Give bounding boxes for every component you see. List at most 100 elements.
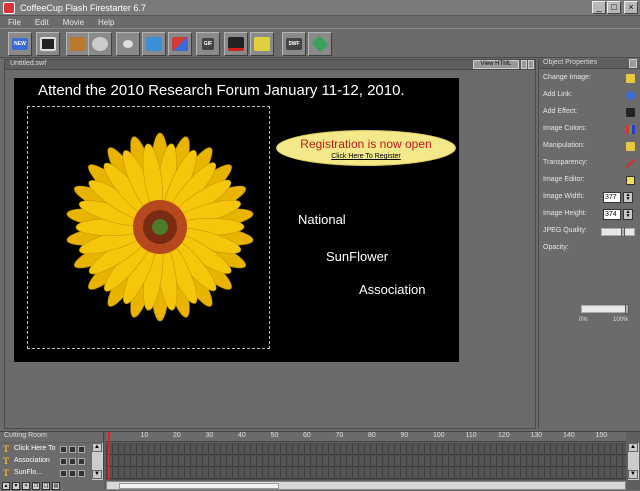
jpeg-quality-slider-knob[interactable] xyxy=(620,227,625,237)
text-layer-icon: T xyxy=(3,456,10,466)
move-down-icon[interactable]: ▼ xyxy=(12,481,20,490)
magic-hat-button[interactable] xyxy=(224,32,248,56)
scroll-up-arrow[interactable]: ▲ xyxy=(92,443,102,452)
visibility-icon[interactable] xyxy=(69,446,76,453)
layer-row[interactable]: T Click Here To xyxy=(0,444,92,456)
jpeg-quality-label: JPEG Quality: xyxy=(543,227,587,234)
jpeg-quality-slider[interactable] xyxy=(601,227,635,237)
document-minimize-button[interactable] xyxy=(521,60,527,69)
manipulate-icon[interactable] xyxy=(626,142,635,151)
menu-help[interactable]: Help xyxy=(98,18,114,27)
lock-icon[interactable] xyxy=(60,458,67,465)
maximize-button[interactable]: □ xyxy=(607,1,621,14)
properties-close-button[interactable] xyxy=(629,59,637,68)
save-button[interactable] xyxy=(36,32,60,56)
stage-headline[interactable]: Attend the 2010 Research Forum January 1… xyxy=(38,82,405,99)
film-button[interactable] xyxy=(88,32,112,56)
scroll-up-arrow[interactable]: ▲ xyxy=(628,443,638,452)
image-button[interactable] xyxy=(142,32,166,56)
copy-layer-icon[interactable]: ❐ xyxy=(32,481,40,490)
delete-layer-icon[interactable]: ✕ xyxy=(22,481,30,490)
image-colors-label: Image Colors: xyxy=(543,125,587,132)
document-close-button[interactable] xyxy=(528,60,534,69)
menu-file[interactable]: File xyxy=(8,18,21,27)
layer-settings-icon[interactable] xyxy=(78,458,85,465)
register-link[interactable]: Click Here To Register xyxy=(277,153,455,160)
basket-button[interactable] xyxy=(250,32,274,56)
registration-badge[interactable]: Registration is now open Click Here To R… xyxy=(276,130,456,166)
scroll-down-arrow[interactable]: ▼ xyxy=(628,470,638,479)
scroll-down-arrow[interactable]: ▼ xyxy=(92,470,102,479)
transparency-row[interactable]: Transparency: xyxy=(543,159,637,171)
shapes-icon xyxy=(172,37,188,51)
frame-grid[interactable] xyxy=(106,443,626,480)
image-editor-row[interactable]: Image Editor: xyxy=(543,176,637,188)
layer-list-scrollbar[interactable]: ▲ ▼ xyxy=(92,443,103,480)
publish-button[interactable] xyxy=(308,32,332,56)
image-width-stepper[interactable]: ▲ ▼ xyxy=(623,192,633,203)
frame-row[interactable] xyxy=(106,444,626,455)
menu-edit[interactable]: Edit xyxy=(35,18,49,27)
change-image-row[interactable]: Change Image: xyxy=(543,74,637,86)
stage-word-sunflower[interactable]: SunFlower xyxy=(326,249,388,264)
layer-options-icon[interactable]: ▤ xyxy=(52,481,60,490)
view-html-button[interactable]: View HTML xyxy=(473,60,519,69)
stage-word-association[interactable]: Association xyxy=(359,282,425,297)
frame-row[interactable] xyxy=(106,468,626,479)
timeline-horizontal-scrollbar[interactable] xyxy=(106,481,626,490)
paste-layer-icon[interactable]: ❏ xyxy=(42,481,50,490)
layer-settings-icon[interactable] xyxy=(78,470,85,477)
image-height-stepper[interactable]: ▲ ▼ xyxy=(623,209,633,220)
palette-icon[interactable] xyxy=(626,125,635,134)
new-icon: NEW xyxy=(12,38,28,50)
image-colors-row[interactable]: Image Colors: xyxy=(543,125,637,137)
add-effect-label: Add Effect: xyxy=(543,108,578,115)
sunflower-image-selection[interactable] xyxy=(27,106,270,349)
image-height-input[interactable]: 374 xyxy=(603,209,621,220)
new-button[interactable]: NEW xyxy=(8,32,32,56)
manipulation-row[interactable]: Manipulation: xyxy=(543,142,637,154)
layer-row[interactable]: T SunFlo... xyxy=(0,468,92,479)
menu-movie[interactable]: Movie xyxy=(63,18,84,27)
ruler-tick-label: 30 xyxy=(205,432,214,439)
ruler-tick-label: 10 xyxy=(140,432,149,439)
visibility-icon[interactable] xyxy=(69,458,76,465)
layer-row[interactable]: T Association xyxy=(0,456,92,468)
close-button[interactable]: × xyxy=(624,1,638,14)
stage-word-national[interactable]: National xyxy=(298,212,346,227)
layer-settings-icon[interactable] xyxy=(78,446,85,453)
minimize-button[interactable]: _ xyxy=(592,1,606,14)
add-effect-row[interactable]: Add Effect: xyxy=(543,108,637,120)
shapes-button[interactable] xyxy=(168,32,192,56)
lock-icon[interactable] xyxy=(60,470,67,477)
basket-icon xyxy=(254,37,270,51)
visibility-icon[interactable] xyxy=(69,470,76,477)
stage[interactable]: Attend the 2010 Research Forum January 1… xyxy=(14,78,459,362)
sound-button[interactable] xyxy=(116,32,140,56)
gif-button[interactable]: GIF xyxy=(196,32,220,56)
opacity-label: Opacity: xyxy=(543,244,569,251)
frame-ruler[interactable]: 0102030405060708090100110120130140150 xyxy=(106,432,626,442)
scrollbar-thumb[interactable] xyxy=(119,483,279,489)
frame-row[interactable] xyxy=(106,456,626,467)
opacity-slider[interactable] xyxy=(581,304,629,314)
playhead[interactable] xyxy=(108,432,110,480)
document-window: Untitled.swf View HTML Attend the 2010 R… xyxy=(4,59,536,429)
dropper-icon[interactable] xyxy=(626,159,635,168)
frames-vertical-scrollbar[interactable]: ▲ ▼ xyxy=(628,443,639,480)
image-width-input[interactable]: 377 xyxy=(603,192,621,203)
document-title: Untitled.swf xyxy=(10,60,47,67)
editor-icon[interactable] xyxy=(626,176,635,185)
swf-button[interactable]: SWF xyxy=(282,32,306,56)
ruler-tick-label: 90 xyxy=(400,432,409,439)
lock-icon[interactable] xyxy=(60,446,67,453)
opacity-slider-knob[interactable] xyxy=(625,304,629,314)
effect-icon[interactable] xyxy=(626,108,635,117)
link-icon[interactable] xyxy=(626,91,635,100)
move-up-icon[interactable]: ▲ xyxy=(2,481,10,490)
folder-icon[interactable] xyxy=(626,74,635,83)
text-tool-button[interactable] xyxy=(66,32,90,56)
add-link-row[interactable]: Add Link: xyxy=(543,91,637,103)
opacity-min-label: 0% xyxy=(579,317,588,323)
layer-name: SunFlo... xyxy=(14,469,43,476)
